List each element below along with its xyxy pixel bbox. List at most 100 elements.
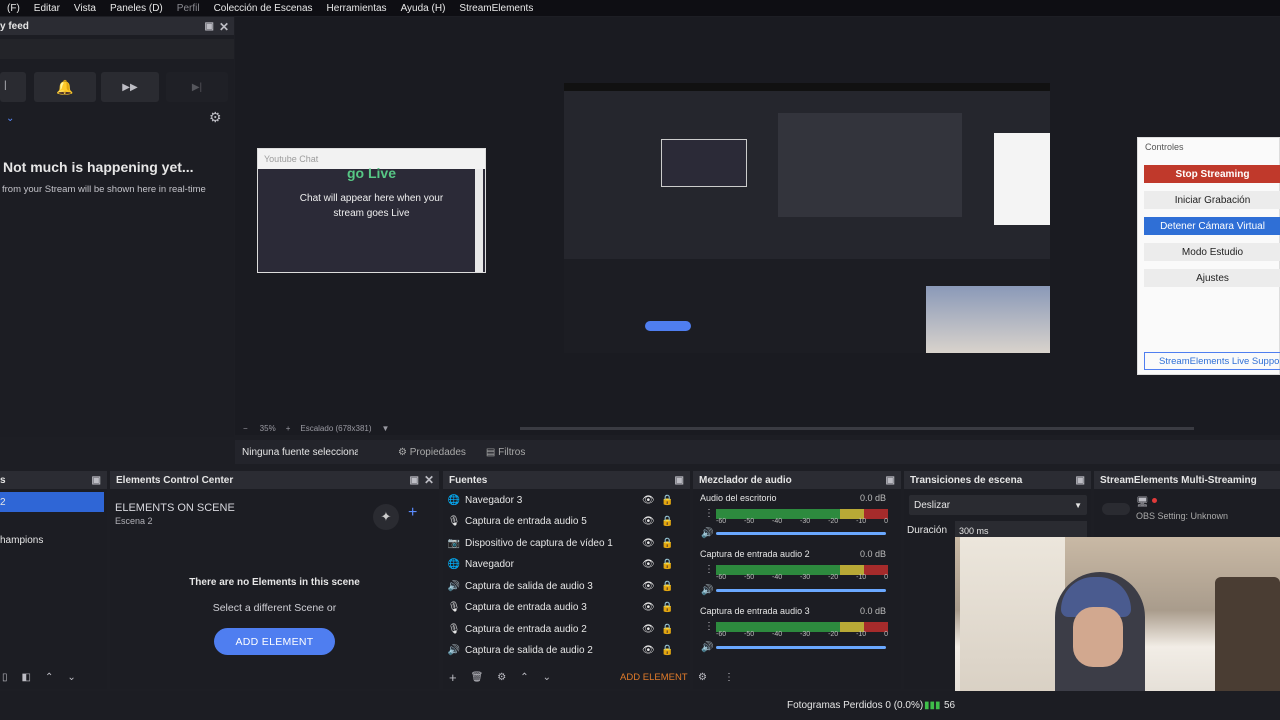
lock-icon[interactable]: 🔒 bbox=[661, 645, 673, 656]
float-icon[interactable]: ▣ bbox=[1076, 475, 1085, 486]
source-row[interactable]: 🌐 Navegador 👁 🔒 bbox=[443, 554, 683, 575]
source-row[interactable]: 🎙 Captura de entrada audio 5 👁 🔒 bbox=[443, 511, 683, 532]
lock-icon[interactable]: 🔒 bbox=[661, 602, 673, 613]
status-dot bbox=[1152, 498, 1157, 503]
source-row[interactable]: 🌐 Navegador 3 👁 🔒 bbox=[443, 490, 683, 511]
scenes-toolbar: ▯ ◧ ⌃ ⌄ bbox=[0, 669, 107, 685]
float-icon[interactable]: ▣ bbox=[675, 475, 684, 486]
remove-icon[interactable]: ▯ bbox=[2, 672, 8, 683]
multistream-toggle[interactable] bbox=[1102, 503, 1130, 515]
lock-icon[interactable]: 🔒 bbox=[661, 516, 673, 527]
menu-help[interactable]: Ayuda (H) bbox=[394, 3, 453, 14]
gear-icon[interactable]: ⚙ bbox=[209, 109, 222, 126]
lock-icon[interactable]: 🔒 bbox=[661, 495, 673, 506]
menu-bar: (F) Editar Vista Paneles (D) Perfil Cole… bbox=[0, 0, 1280, 16]
stop-virtual-camera-button[interactable]: Detener Cámara Virtual bbox=[1144, 217, 1280, 235]
eye-icon[interactable]: 👁 bbox=[642, 624, 655, 635]
volume-slider[interactable] bbox=[716, 646, 886, 649]
skip-end-button[interactable]: ▶| bbox=[166, 72, 228, 102]
notifications-button[interactable]: 🔔 bbox=[34, 72, 96, 102]
scale-dropdown-icon[interactable]: ▼ bbox=[382, 424, 390, 433]
youtube-chat-window[interactable]: Youtube Chat go Live Chat will appear he… bbox=[257, 148, 486, 273]
empty-subtitle: from your Stream will be shown here in r… bbox=[2, 184, 206, 195]
transition-select[interactable]: Deslizar ▼ bbox=[909, 495, 1087, 515]
studio-mode-button[interactable]: Modo Estudio bbox=[1144, 243, 1280, 261]
speaker-icon[interactable]: 🔊 bbox=[701, 585, 713, 596]
float-icon[interactable]: ▣ bbox=[886, 475, 895, 486]
source-row[interactable]: 🔊 Captura de salida de audio 3 👁 🔒 bbox=[443, 576, 683, 597]
eye-icon[interactable]: 👁 bbox=[642, 602, 655, 613]
add-icon[interactable]: + bbox=[449, 670, 457, 685]
horizontal-scrollbar[interactable] bbox=[520, 427, 1194, 430]
menu-profile[interactable]: Perfil bbox=[170, 3, 207, 14]
chevron-down-icon[interactable]: ⌄ bbox=[6, 113, 14, 124]
skip-button[interactable]: ▶▶ bbox=[101, 72, 159, 102]
menu-streamelements[interactable]: StreamElements bbox=[452, 3, 540, 14]
filters-button[interactable]: ▤ Filtros bbox=[486, 447, 525, 458]
menu-tools[interactable]: Herramientas bbox=[320, 3, 394, 14]
add-element-button[interactable]: ADD ELEMENT bbox=[214, 628, 335, 655]
stop-streaming-button[interactable]: Stop Streaming bbox=[1144, 165, 1280, 183]
properties-button[interactable]: ⚙ Propiedades bbox=[398, 447, 466, 458]
ecc-empty-hint: Select a different Scene or bbox=[212, 602, 337, 614]
link-icon[interactable]: ⚙ bbox=[698, 672, 707, 683]
filter-icon[interactable]: ◧ bbox=[22, 672, 31, 683]
menu-view[interactable]: Vista bbox=[67, 3, 103, 14]
scrollbar[interactable] bbox=[475, 169, 483, 272]
zoom-out-icon[interactable]: − bbox=[243, 424, 248, 433]
float-icon[interactable]: ▣ bbox=[205, 21, 214, 32]
eye-icon[interactable]: 👁 bbox=[642, 645, 655, 656]
eye-icon[interactable]: 👁 bbox=[642, 516, 655, 527]
gear-icon[interactable]: ⚙ bbox=[497, 672, 506, 683]
float-icon[interactable]: ▣ bbox=[410, 475, 419, 486]
lock-icon[interactable]: 🔒 bbox=[661, 581, 673, 592]
chevron-down-icon[interactable]: ⌄ bbox=[67, 672, 75, 683]
source-row[interactable]: 🎙 Captura de entrada audio 3 👁 🔒 bbox=[443, 597, 683, 618]
eye-icon[interactable]: 👁 bbox=[642, 538, 655, 549]
scene-item-selected[interactable]: 2 bbox=[0, 492, 104, 512]
add-icon[interactable]: + bbox=[408, 504, 417, 522]
bell-icon: 🔔 bbox=[56, 78, 74, 95]
menu-edit[interactable]: Editar bbox=[27, 3, 67, 14]
close-icon[interactable]: ✕ bbox=[424, 473, 434, 487]
speaker-icon[interactable]: 🔊 bbox=[701, 528, 713, 539]
add-element-link[interactable]: ADD ELEMENT bbox=[620, 672, 688, 683]
more-icon[interactable]: ⋮ bbox=[724, 672, 734, 683]
eye-icon[interactable]: 👁 bbox=[642, 495, 655, 506]
magic-icon[interactable]: ✦ bbox=[373, 504, 399, 530]
lock-icon[interactable]: 🔒 bbox=[661, 624, 673, 635]
source-row[interactable]: 🔊 Captura de salida de audio 2 👁 🔒 bbox=[443, 640, 683, 661]
more-icon[interactable]: ⋮ bbox=[704, 564, 714, 575]
volume-slider[interactable] bbox=[716, 532, 886, 535]
trash-icon[interactable]: 🗑 bbox=[471, 672, 484, 683]
no-source-label: Ninguna fuente seleccionada bbox=[242, 446, 358, 458]
lock-icon[interactable]: 🔒 bbox=[661, 538, 673, 549]
scene-item[interactable]: hampions bbox=[0, 535, 43, 546]
speaker-icon[interactable]: 🔊 bbox=[701, 642, 713, 653]
scale-label[interactable]: Escalado (678x381) bbox=[300, 424, 371, 433]
more-icon[interactable]: ⋮ bbox=[704, 621, 714, 632]
float-icon[interactable]: ▣ bbox=[92, 475, 101, 486]
eye-icon[interactable]: 👁 bbox=[642, 559, 655, 570]
menu-file[interactable]: (F) bbox=[0, 3, 27, 14]
menu-docks[interactable]: Paneles (D) bbox=[103, 3, 170, 14]
browser-icon: 🌐 bbox=[447, 559, 461, 570]
settings-button[interactable]: Ajustes bbox=[1144, 269, 1280, 287]
pause-button[interactable]: | bbox=[0, 72, 26, 102]
live-support-button[interactable]: StreamElements Live Suppo bbox=[1144, 352, 1280, 370]
chevron-down-icon[interactable]: ⌄ bbox=[543, 672, 551, 683]
close-icon[interactable]: ✕ bbox=[219, 20, 229, 34]
volume-slider[interactable] bbox=[716, 589, 886, 592]
more-icon[interactable]: ⋮ bbox=[704, 508, 714, 519]
scenes-dock: s ▣ 2 hampions ▯ ◧ ⌃ ⌄ bbox=[0, 471, 107, 689]
start-recording-button[interactable]: Iniciar Grabación bbox=[1144, 191, 1280, 209]
ecc-title-bar: Elements Control Center ▣ ✕ bbox=[110, 471, 439, 489]
chevron-up-icon[interactable]: ⌃ bbox=[520, 672, 528, 683]
chevron-up-icon[interactable]: ⌃ bbox=[45, 672, 53, 683]
source-row[interactable]: 📷 Dispositivo de captura de vídeo 1 👁 🔒 bbox=[443, 533, 683, 554]
menu-scene-collection[interactable]: Colección de Escenas bbox=[207, 3, 320, 14]
zoom-in-icon[interactable]: + bbox=[286, 424, 291, 433]
lock-icon[interactable]: 🔒 bbox=[661, 559, 673, 570]
eye-icon[interactable]: 👁 bbox=[642, 581, 655, 592]
source-row[interactable]: 🎙 Captura de entrada audio 2 👁 🔒 bbox=[443, 619, 683, 640]
